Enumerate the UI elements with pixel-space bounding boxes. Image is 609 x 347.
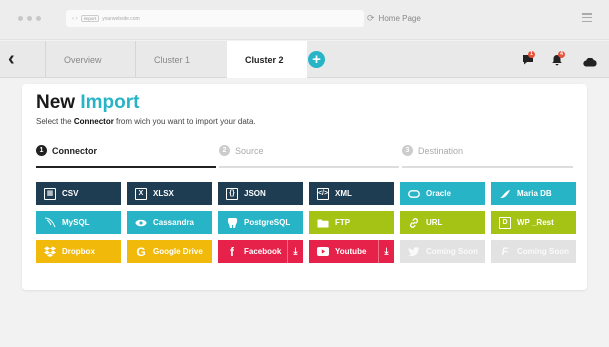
window-dot[interactable] bbox=[18, 16, 23, 21]
home-page-label: Home Page bbox=[378, 14, 421, 23]
connector-label: MySQL bbox=[62, 218, 90, 227]
browser-chrome: ‹ › import yourwebsite.com ⟳ Home Page bbox=[0, 0, 609, 40]
connector-maria-db[interactable]: Maria DB bbox=[491, 182, 576, 205]
title-accent: Import bbox=[80, 92, 140, 113]
xml-icon: </> bbox=[317, 187, 329, 200]
connector-label: XLSX bbox=[153, 189, 174, 198]
connector-label: JSON bbox=[244, 189, 266, 198]
link-icon bbox=[408, 217, 420, 229]
window-dot[interactable] bbox=[27, 16, 32, 21]
wp-icon: D bbox=[499, 216, 511, 229]
connector-label: Youtube bbox=[335, 247, 367, 256]
subtitle-post: from wich you want to import your data. bbox=[116, 117, 256, 126]
seal-icon bbox=[499, 188, 511, 200]
connector-url[interactable]: URL bbox=[400, 211, 485, 234]
stepper: 1 Connector 2 Source 3 Destination bbox=[36, 145, 573, 170]
excel-icon: X bbox=[135, 187, 147, 200]
connector-wp-rest[interactable]: D WP _Rest bbox=[491, 211, 576, 234]
address-bar[interactable]: ‹ › import yourwebsite.com bbox=[66, 10, 364, 27]
connector-label: URL bbox=[426, 218, 443, 227]
step-progress-bar bbox=[402, 166, 573, 168]
reload-icon[interactable]: ⟳ bbox=[367, 13, 375, 24]
step-label: Source bbox=[235, 146, 264, 156]
title-main: New bbox=[36, 92, 76, 113]
table-icon: ▦ bbox=[44, 187, 56, 200]
bell-badge: 4 bbox=[558, 51, 565, 58]
connector-csv[interactable]: ▦ CSV bbox=[36, 182, 121, 205]
address-chip: import bbox=[80, 15, 100, 22]
connector-label: Oracle bbox=[426, 189, 451, 198]
connector-label: Dropbox bbox=[62, 247, 95, 256]
connector-cassandra[interactable]: Cassandra bbox=[127, 211, 212, 234]
connector-label: Cassandra bbox=[153, 218, 194, 227]
connector-xml[interactable]: </> XML bbox=[309, 182, 394, 205]
facebook-icon: f bbox=[230, 244, 234, 259]
page-title: New Import bbox=[36, 92, 139, 114]
add-tab-button[interactable]: + bbox=[308, 51, 325, 68]
back-arrow-icon[interactable]: ‹ bbox=[8, 49, 15, 69]
connector-label: FTP bbox=[335, 218, 351, 227]
folder-icon bbox=[317, 217, 329, 229]
hamburger-menu-icon[interactable] bbox=[582, 13, 592, 22]
cloud-icon[interactable] bbox=[583, 56, 597, 70]
google-icon: G bbox=[136, 244, 146, 259]
connector-label: CSV bbox=[62, 189, 79, 198]
connector-label: Facebook bbox=[244, 247, 282, 256]
connector-postgresql[interactable]: PostgreSQL bbox=[218, 211, 303, 234]
nav-arrows-icon[interactable]: ‹ › bbox=[72, 16, 78, 22]
connector-mysql[interactable]: MySQL bbox=[36, 211, 121, 234]
step-progress-bar bbox=[36, 166, 216, 168]
twitter-icon bbox=[408, 246, 420, 258]
json-icon: {} bbox=[226, 187, 238, 200]
page-subtitle: Select the Connector from wich you want … bbox=[36, 117, 256, 126]
connector-coming-soon-twitter: Coming Soon bbox=[400, 240, 485, 263]
dolphin-icon bbox=[44, 217, 56, 229]
import-card: New Import Select the Connector from wic… bbox=[22, 84, 587, 290]
tab-cluster-2[interactable]: Cluster 2 bbox=[227, 41, 307, 78]
connector-json[interactable]: {} JSON bbox=[218, 182, 303, 205]
connector-facebook[interactable]: f Facebook ⤓ bbox=[218, 240, 303, 263]
subtitle-bold: Connector bbox=[73, 117, 114, 126]
step-number: 1 bbox=[36, 145, 47, 156]
youtube-icon bbox=[317, 246, 329, 258]
connector-google-drive[interactable]: G Google Drive bbox=[127, 240, 212, 263]
oracle-icon bbox=[408, 188, 420, 200]
download-icon[interactable]: ⤓ bbox=[378, 240, 394, 263]
window-dot[interactable] bbox=[36, 16, 41, 21]
dropbox-icon bbox=[44, 246, 56, 258]
address-url: yourwebsite.com bbox=[102, 15, 140, 22]
connector-youtube[interactable]: Youtube ⤓ bbox=[309, 240, 394, 263]
step-label: Connector bbox=[52, 146, 97, 156]
window-controls bbox=[18, 16, 41, 21]
connector-ftp[interactable]: FTP bbox=[309, 211, 394, 234]
connector-label: Maria DB bbox=[517, 189, 552, 198]
eye-icon bbox=[135, 217, 147, 229]
home-page-link[interactable]: ⟳ Home Page bbox=[367, 13, 421, 24]
connector-xlsx[interactable]: X XLSX bbox=[127, 182, 212, 205]
connector-label: XML bbox=[335, 189, 352, 198]
flickr-icon: F bbox=[501, 245, 509, 258]
subtitle-pre: Select the bbox=[36, 117, 72, 126]
chat-badge: 1 bbox=[528, 51, 535, 58]
tab-bar: ‹ Overview Cluster 1 Cluster 2 bbox=[0, 41, 609, 78]
connector-label: PostgreSQL bbox=[244, 218, 291, 227]
step-progress-bar bbox=[219, 166, 399, 168]
download-icon[interactable]: ⤓ bbox=[287, 240, 303, 263]
connector-label: Coming Soon bbox=[426, 247, 478, 256]
step-label: Destination bbox=[418, 146, 464, 156]
connector-oracle[interactable]: Oracle bbox=[400, 182, 485, 205]
tab-overview[interactable]: Overview bbox=[45, 41, 135, 78]
tab-cluster-1[interactable]: Cluster 1 bbox=[135, 41, 227, 78]
connector-coming-soon-flickr: F Coming Soon bbox=[491, 240, 576, 263]
step-number: 2 bbox=[219, 145, 230, 156]
connector-label: Google Drive bbox=[153, 247, 203, 256]
connector-dropbox[interactable]: Dropbox bbox=[36, 240, 121, 263]
step-number: 3 bbox=[402, 145, 413, 156]
connector-label: Coming Soon bbox=[517, 247, 569, 256]
connector-label: WP _Rest bbox=[517, 218, 554, 227]
elephant-icon bbox=[226, 217, 238, 229]
